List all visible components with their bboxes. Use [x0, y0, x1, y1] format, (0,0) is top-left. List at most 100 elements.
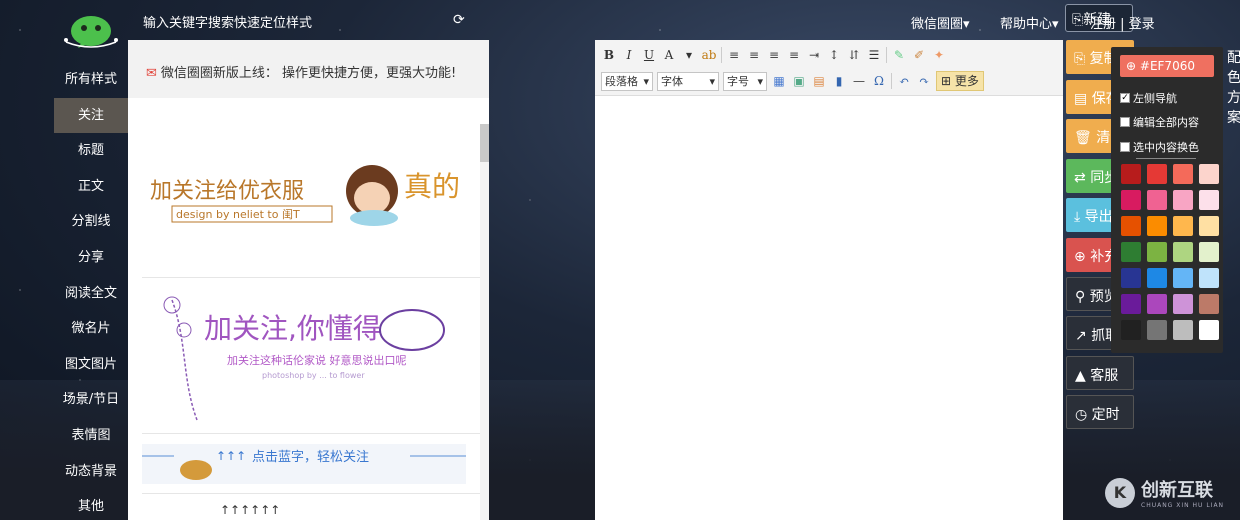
image-icon[interactable]: ▣: [791, 71, 807, 91]
menu-help[interactable]: 帮助中心▾: [1000, 13, 1059, 32]
color-swatch[interactable]: [1147, 268, 1167, 288]
lifebuoy-icon: ⊕: [1074, 249, 1086, 265]
more-button[interactable]: ⊞ 更多: [936, 71, 984, 91]
sidebar-item-scene[interactable]: 场景/节日: [54, 382, 128, 418]
bold-button[interactable]: B: [601, 45, 617, 65]
panel-scrollbar[interactable]: [480, 124, 489, 520]
eraser-icon[interactable]: ✎: [891, 45, 907, 65]
login-link[interactable]: 注册 | 登录: [1090, 13, 1155, 32]
rich-text-editor[interactable]: B I U A ▾ ab ≡ ≡ ≡ ≡ ⇥ ↕ ⇵ ☰ ✎ ✐ ✦ 段落格 ▾ …: [595, 40, 1063, 520]
sidebar-item-other[interactable]: 其他: [54, 489, 128, 520]
color-swatch[interactable]: [1147, 164, 1167, 184]
color-swatch[interactable]: [1173, 190, 1193, 210]
color-swatch[interactable]: [1173, 242, 1193, 262]
color-swatch[interactable]: [1121, 268, 1141, 288]
color-swatch[interactable]: [1173, 320, 1193, 340]
toolbar-separator: [891, 73, 892, 89]
color-swatch[interactable]: [1199, 320, 1219, 340]
sidebar-item-card[interactable]: 微名片: [54, 311, 128, 347]
row-spacing-icon[interactable]: ↕: [826, 45, 842, 65]
color-swatch[interactable]: [1199, 294, 1219, 314]
search-input[interactable]: 输入关键字搜索快速定位样式: [143, 12, 312, 31]
table-icon[interactable]: ▦: [771, 71, 787, 91]
sidebar-item-body[interactable]: 正文: [54, 169, 128, 205]
magic-wand-icon[interactable]: ✦: [931, 45, 947, 65]
para-spacing-icon[interactable]: ⇵: [846, 45, 862, 65]
sidebar-nav-checkbox[interactable]: ✓ 左侧导航: [1120, 90, 1177, 106]
color-swatch[interactable]: [1199, 190, 1219, 210]
color-scheme-popup: ⊕ #EF7060 ✓ 左侧导航 编辑全部内容 选中内容换色: [1111, 47, 1223, 353]
color-swatch[interactable]: [1147, 294, 1167, 314]
format-brush-icon[interactable]: ✐: [911, 45, 927, 65]
color-swatch[interactable]: [1173, 294, 1193, 314]
checkbox-checked[interactable]: ✓: [1120, 93, 1130, 103]
align-right-icon[interactable]: ≡: [766, 45, 782, 65]
style-card-follow-1[interactable]: 加关注给优衣服 design by neliet to 闺T 真的: [142, 136, 480, 278]
sidebar-item-all[interactable]: 所有样式: [54, 62, 128, 98]
line-height-icon[interactable]: ☰: [866, 45, 882, 65]
font-color-button[interactable]: A: [661, 45, 677, 65]
sidebar-item-follow[interactable]: 关注: [54, 97, 128, 134]
hex-color-input[interactable]: ⊕ #EF7060: [1120, 55, 1214, 77]
card1-sub: design by neliet to 闺T: [176, 207, 300, 221]
redo-icon[interactable]: ↷: [916, 71, 932, 91]
color-swatch[interactable]: [1121, 216, 1141, 236]
sidebar-item-read-more[interactable]: 阅读全文: [54, 276, 128, 312]
page-icon[interactable]: ▮: [831, 71, 847, 91]
color-swatch[interactable]: [1121, 164, 1141, 184]
refresh-icon[interactable]: ⟳: [453, 12, 465, 28]
color-swatch[interactable]: [1147, 216, 1167, 236]
underline-button[interactable]: U: [641, 45, 657, 65]
checkbox-unchecked[interactable]: [1120, 142, 1130, 152]
align-justify-icon[interactable]: ≡: [786, 45, 802, 65]
dropdown-icon[interactable]: ▾: [681, 45, 697, 65]
color-swatch[interactable]: [1121, 320, 1141, 340]
color-swatch[interactable]: [1147, 242, 1167, 262]
edit-all-label: 编辑全部内容: [1133, 116, 1199, 129]
menu-weixin[interactable]: 微信圈圈▾: [911, 13, 970, 32]
card1-main: 加关注给优衣服: [150, 179, 304, 204]
panel-scroll-thumb[interactable]: [480, 124, 489, 162]
style-card-follow-3[interactable]: ↑↑↑ 点击蓝字，轻松关注: [142, 438, 480, 494]
color-swatch[interactable]: [1147, 190, 1167, 210]
edit-all-checkbox[interactable]: 编辑全部内容: [1120, 114, 1199, 130]
selected-recolor-checkbox[interactable]: 选中内容换色: [1120, 139, 1199, 155]
service-button[interactable]: ▲ 客服: [1066, 356, 1134, 390]
style-card-follow-2[interactable]: 加关注,你懂得 加关注这种话伦家说 好意思说出口呢 photoshop by .…: [142, 280, 480, 434]
toolbar-separator: [886, 47, 887, 63]
highlight-icon[interactable]: ab: [701, 45, 717, 65]
color-swatch[interactable]: [1173, 268, 1193, 288]
color-swatch[interactable]: [1121, 242, 1141, 262]
paragraph-select[interactable]: 段落格 ▾: [601, 71, 653, 91]
color-swatch[interactable]: [1199, 242, 1219, 262]
fontsize-select[interactable]: 字号 ▾: [723, 71, 767, 91]
sidebar-item-emoji[interactable]: 表情图: [54, 418, 128, 454]
hr-icon[interactable]: —: [851, 71, 867, 91]
color-swatch[interactable]: [1121, 294, 1141, 314]
indent-icon[interactable]: ⇥: [806, 45, 822, 65]
omega-icon[interactable]: Ω: [871, 71, 887, 91]
color-swatch[interactable]: [1121, 190, 1141, 210]
italic-button[interactable]: I: [621, 45, 637, 65]
color-swatch[interactable]: [1173, 216, 1193, 236]
style-card-follow-4[interactable]: ↑↑↑↑↑↑: [142, 500, 480, 520]
color-swatch[interactable]: [1199, 268, 1219, 288]
sidebar-item-image[interactable]: 图文图片: [54, 347, 128, 383]
timer-button[interactable]: ◷ 定时: [1066, 395, 1134, 429]
sidebar-item-dynamic-bg[interactable]: 动态背景: [54, 454, 128, 490]
font-select[interactable]: 字体 ▾: [657, 71, 719, 91]
color-swatch[interactable]: [1199, 216, 1219, 236]
align-left-icon[interactable]: ≡: [726, 45, 742, 65]
color-swatch[interactable]: [1173, 164, 1193, 184]
sidebar-item-divider[interactable]: 分割线: [54, 204, 128, 240]
media-icon[interactable]: ▤: [811, 71, 827, 91]
color-swatch[interactable]: [1199, 164, 1219, 184]
checkbox-unchecked[interactable]: [1120, 117, 1130, 127]
card4-text: ↑↑↑↑↑↑: [220, 503, 281, 517]
undo-icon[interactable]: ↶: [896, 71, 912, 91]
sidebar-item-share[interactable]: 分享: [54, 240, 128, 276]
sidebar-item-title[interactable]: 标题: [54, 133, 128, 169]
card3-text: 点击蓝字，轻松关注: [252, 450, 369, 465]
color-swatch[interactable]: [1147, 320, 1167, 340]
align-center-icon[interactable]: ≡: [746, 45, 762, 65]
